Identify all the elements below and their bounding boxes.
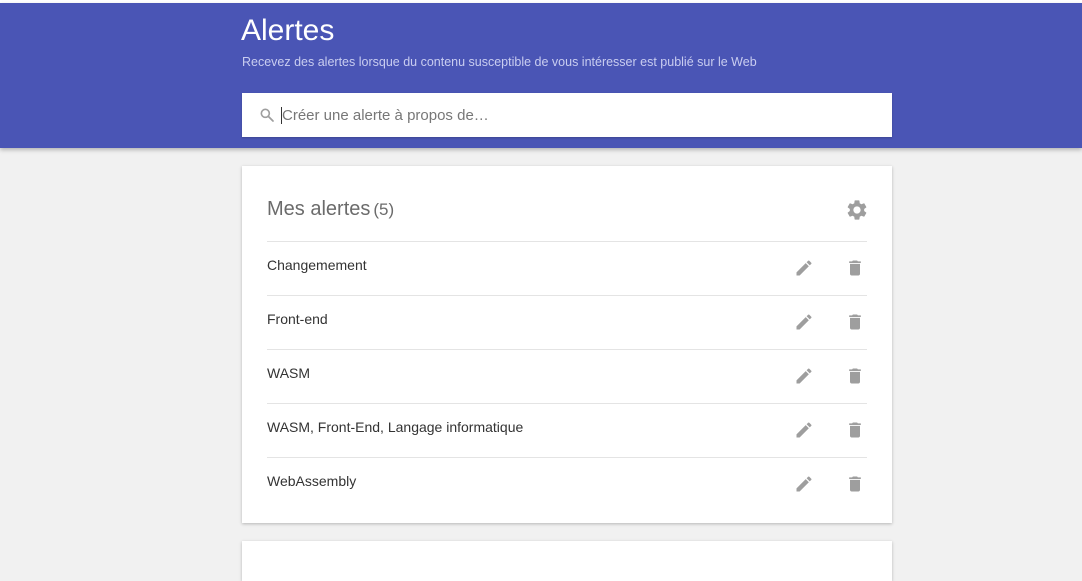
trash-icon[interactable] xyxy=(845,366,865,386)
alert-row: Front-end xyxy=(267,295,867,349)
alert-row: WebAssembly xyxy=(267,457,867,511)
alerts-count: (5) xyxy=(373,200,395,219)
pencil-icon[interactable] xyxy=(794,420,814,440)
alerts-title: Mes alertes xyxy=(267,198,371,220)
secondary-card xyxy=(242,541,892,581)
trash-icon[interactable] xyxy=(845,258,865,278)
pencil-icon[interactable] xyxy=(794,474,814,494)
gear-icon[interactable] xyxy=(845,198,869,222)
pencil-icon[interactable] xyxy=(794,366,814,386)
alerts-list: Changemement Front-end WASM WASM, Front-… xyxy=(267,241,867,511)
alert-label[interactable]: WASM xyxy=(267,365,310,381)
alert-row: WASM, Front-End, Langage informatique xyxy=(267,403,867,457)
trash-icon[interactable] xyxy=(845,420,865,440)
alert-row: WASM xyxy=(267,349,867,403)
alert-label[interactable]: Changemement xyxy=(267,257,367,273)
page-subtitle: Recevez des alertes lorsque du contenu s… xyxy=(242,55,757,69)
alert-row: Changemement xyxy=(267,241,867,295)
search-icon xyxy=(260,108,274,122)
search-input[interactable] xyxy=(282,93,872,137)
app-header: Alertes Recevez des alertes lorsque du c… xyxy=(0,3,1082,148)
search-box[interactable] xyxy=(242,93,892,137)
alerts-heading: Mes alertes (5) xyxy=(267,198,394,221)
alerts-card: Mes alertes (5) Changemement Front-end WA… xyxy=(242,166,892,523)
trash-icon[interactable] xyxy=(845,474,865,494)
pencil-icon[interactable] xyxy=(794,258,814,278)
alert-label[interactable]: WASM, Front-End, Langage informatique xyxy=(267,419,523,435)
pencil-icon[interactable] xyxy=(794,312,814,332)
alert-label[interactable]: WebAssembly xyxy=(267,473,356,489)
trash-icon[interactable] xyxy=(845,312,865,332)
alert-label[interactable]: Front-end xyxy=(267,311,328,327)
page-title: Alertes xyxy=(241,14,335,47)
